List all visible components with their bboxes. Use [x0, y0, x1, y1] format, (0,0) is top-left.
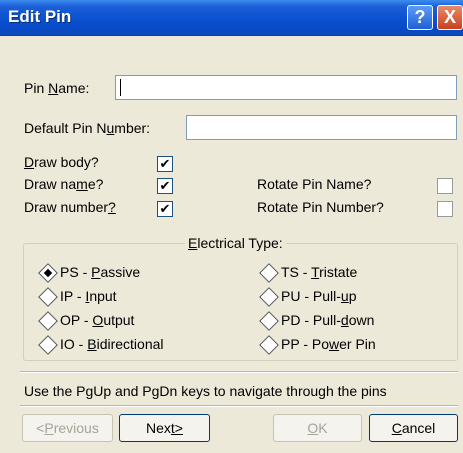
window-title: Edit Pin [8, 7, 72, 26]
rotate-pin-name-checkbox[interactable] [437, 178, 453, 194]
rotate-pin-number-label: Rotate Pin Number? [257, 199, 384, 215]
close-icon: X [443, 7, 456, 27]
radio-label-pu-pull-up: PU - Pull-up [281, 288, 357, 304]
divider-bottom [20, 405, 458, 407]
help-button[interactable]: ? [407, 5, 433, 30]
title-bar: Edit Pin ? X [0, 0, 463, 36]
draw-body-checkbox[interactable]: ✔ [157, 156, 173, 172]
navigation-hint: Use the PgUp and PgDn keys to navigate t… [24, 383, 387, 399]
draw-name-label: Draw name? [24, 176, 104, 192]
next-button[interactable]: Nex t> [119, 414, 210, 442]
radio-label-io-bidirectional: IO - Bidirectional [60, 336, 164, 352]
radio-label-ps-passive: PS - Passive [60, 264, 141, 280]
default-pin-number-label: Default Pin Number: [24, 120, 151, 136]
help-icon: ? [414, 7, 426, 27]
text-caret [120, 79, 121, 96]
draw-number-checkbox[interactable]: ✔ [157, 201, 173, 217]
electrical-type-title: Electrical Type: [185, 235, 286, 251]
pin-name-input[interactable] [115, 75, 457, 100]
radio-label-op-output: OP - Output [60, 312, 135, 328]
radio-label-pd-pull-down: PD - Pull-down [281, 312, 375, 328]
rotate-pin-name-label: Rotate Pin Name? [257, 176, 372, 192]
ok-button[interactable]: OK [273, 414, 362, 442]
draw-name-checkbox[interactable]: ✔ [157, 178, 173, 194]
default-pin-number-input[interactable] [186, 115, 457, 140]
cancel-button[interactable]: Cancel [369, 414, 458, 442]
radio-label-ts-tristate: TS - Tristate [281, 264, 358, 280]
rotate-pin-number-checkbox[interactable] [437, 201, 453, 217]
divider-top [20, 371, 458, 373]
close-button[interactable]: X [437, 5, 463, 30]
pin-name-label: Pin Name: [24, 80, 90, 96]
radio-label-ip-input: IP - Input [60, 288, 117, 304]
previous-button[interactable]: < Previous [22, 414, 113, 442]
radio-label-pp-power-pin: PP - Power Pin [281, 336, 376, 352]
draw-number-label: Draw number? [24, 199, 116, 215]
draw-body-label: Draw body? [24, 154, 99, 170]
